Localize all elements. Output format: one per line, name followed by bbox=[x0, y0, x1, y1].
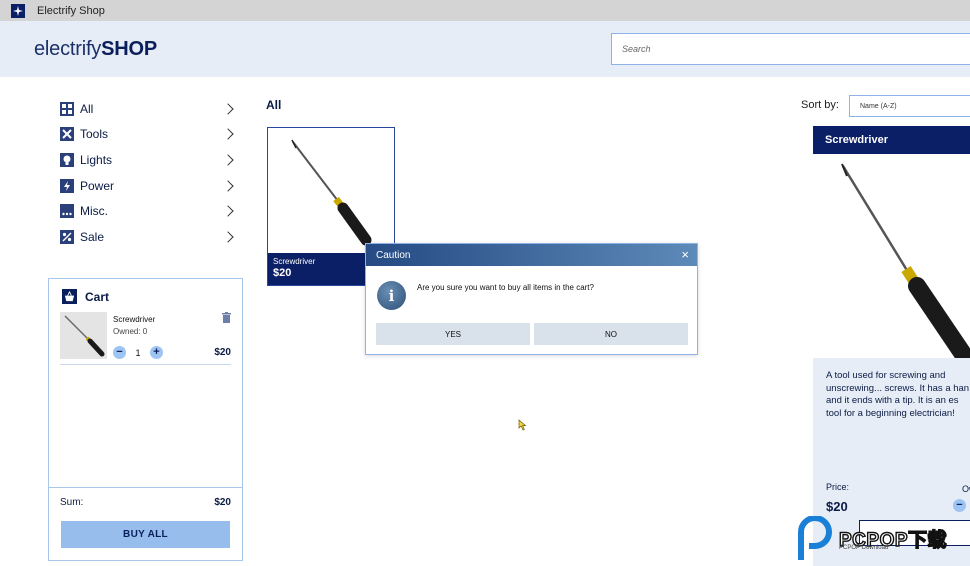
watermark-p-icon bbox=[798, 516, 832, 560]
category-item-all[interactable]: All bbox=[60, 96, 240, 122]
window-title: Electrify Shop bbox=[37, 4, 105, 17]
logo-text-light: electrify bbox=[34, 38, 102, 60]
search-input[interactable]: Search bbox=[611, 33, 970, 65]
watermark-subtext: PCPOP Download bbox=[839, 545, 889, 551]
cart-panel: Cart Screwdriver Owned: 0 − 1 + $20 Sum:… bbox=[48, 278, 243, 561]
category-item-power[interactable]: Power bbox=[60, 173, 240, 199]
category-label: Misc. bbox=[80, 204, 108, 219]
detail-title: Screwdriver bbox=[825, 134, 888, 146]
close-icon[interactable]: × bbox=[681, 247, 689, 262]
caution-dialog: Caution × i Are you sure you want to buy… bbox=[365, 243, 698, 355]
yes-button[interactable]: YES bbox=[376, 323, 530, 345]
percent-icon bbox=[60, 229, 74, 244]
lightning-icon bbox=[60, 178, 74, 193]
chevron-right-icon bbox=[222, 103, 234, 115]
logo-text-bold: SHOP bbox=[101, 38, 157, 60]
dialog-title: Caution bbox=[376, 250, 411, 261]
sort-label: Sort by: bbox=[801, 99, 839, 111]
product-image bbox=[291, 139, 372, 246]
category-label: Power bbox=[80, 178, 115, 193]
category-list: All Tools Lights Power Misc. Sale bbox=[60, 96, 240, 250]
category-item-sale[interactable]: Sale bbox=[60, 224, 240, 250]
window-titlebar: Electrify Shop bbox=[0, 0, 970, 21]
cart-header: Cart bbox=[62, 289, 109, 304]
category-item-lights[interactable]: Lights bbox=[60, 147, 240, 173]
chevron-right-icon bbox=[222, 128, 234, 141]
cart-divider bbox=[49, 487, 242, 488]
product-detail-panel: Screwdriver A tool used for screwing and… bbox=[813, 126, 970, 566]
search-placeholder: Search bbox=[622, 44, 651, 54]
cart-item-thumbnail bbox=[60, 312, 107, 359]
info-icon: i bbox=[377, 281, 406, 310]
detail-price: $20 bbox=[826, 499, 848, 514]
no-button[interactable]: NO bbox=[534, 323, 688, 345]
cart-item-name: Screwdriver bbox=[113, 315, 156, 324]
chevron-right-icon bbox=[222, 154, 234, 166]
ellipsis-icon bbox=[60, 204, 74, 219]
detail-header: Screwdriver bbox=[813, 126, 970, 154]
sort-selected-value: Name (A-Z) bbox=[860, 103, 897, 110]
product-price: $20 bbox=[273, 267, 292, 279]
tools-icon bbox=[60, 127, 74, 142]
quantity-value: 1 bbox=[135, 347, 141, 358]
decrease-quantity-button[interactable]: − bbox=[113, 346, 126, 359]
dialog-header: Caution × bbox=[366, 244, 697, 266]
trash-icon[interactable] bbox=[222, 312, 231, 323]
category-label: Lights bbox=[80, 152, 113, 167]
grid-icon bbox=[60, 101, 74, 116]
category-label: Tools bbox=[80, 127, 109, 142]
detail-owned-label: Ow bbox=[962, 484, 970, 494]
cart-sum-label: Sum: bbox=[60, 497, 84, 508]
description-line: unscrewing... screws. It has a han bbox=[826, 382, 970, 394]
category-item-misc[interactable]: Misc. bbox=[60, 198, 240, 224]
cart-title: Cart bbox=[85, 289, 110, 304]
chevron-right-icon bbox=[222, 205, 234, 217]
cart-item-owned: Owned: 0 bbox=[113, 327, 148, 336]
app-header: electrifySHOP Search bbox=[0, 21, 970, 77]
description-line: tool for a beginning electrician! bbox=[826, 407, 955, 419]
sort-select[interactable]: Name (A-Z) bbox=[849, 95, 970, 117]
cart-item-price: $20 bbox=[214, 347, 231, 358]
lightbulb-icon bbox=[60, 152, 74, 167]
buy-all-button[interactable]: BUY ALL bbox=[61, 521, 230, 548]
category-label: All bbox=[80, 101, 94, 116]
shop-logo[interactable]: electrifySHOP bbox=[34, 38, 157, 61]
quantity-stepper: − 1 + bbox=[113, 346, 163, 359]
dialog-message: Are you sure you want to buy all items i… bbox=[417, 283, 594, 292]
detail-price-label: Price: bbox=[826, 482, 850, 492]
increase-quantity-button[interactable]: + bbox=[150, 346, 163, 359]
cart-item: Screwdriver Owned: 0 − 1 + $20 bbox=[60, 312, 231, 365]
app-logo-icon bbox=[11, 3, 25, 18]
product-name: Screwdriver bbox=[273, 257, 316, 266]
detail-description: A tool used for screwing and unscrewing.… bbox=[826, 370, 970, 420]
chevron-right-icon bbox=[222, 231, 234, 243]
section-title: All bbox=[266, 98, 282, 112]
watermark-logo: PCPOP下载 PCPOP Download bbox=[797, 516, 970, 566]
detail-image bbox=[813, 154, 970, 358]
detail-decrease-button[interactable]: − bbox=[953, 499, 966, 512]
category-item-tools[interactable]: Tools bbox=[60, 122, 240, 148]
basket-icon bbox=[62, 289, 77, 304]
category-label: Sale bbox=[80, 229, 105, 244]
cart-sum-value: $20 bbox=[214, 497, 231, 508]
description-line: A tool used for screwing and bbox=[826, 370, 946, 381]
description-line: and it ends with a tip. It is an es bbox=[826, 395, 959, 406]
chevron-right-icon bbox=[222, 179, 234, 192]
